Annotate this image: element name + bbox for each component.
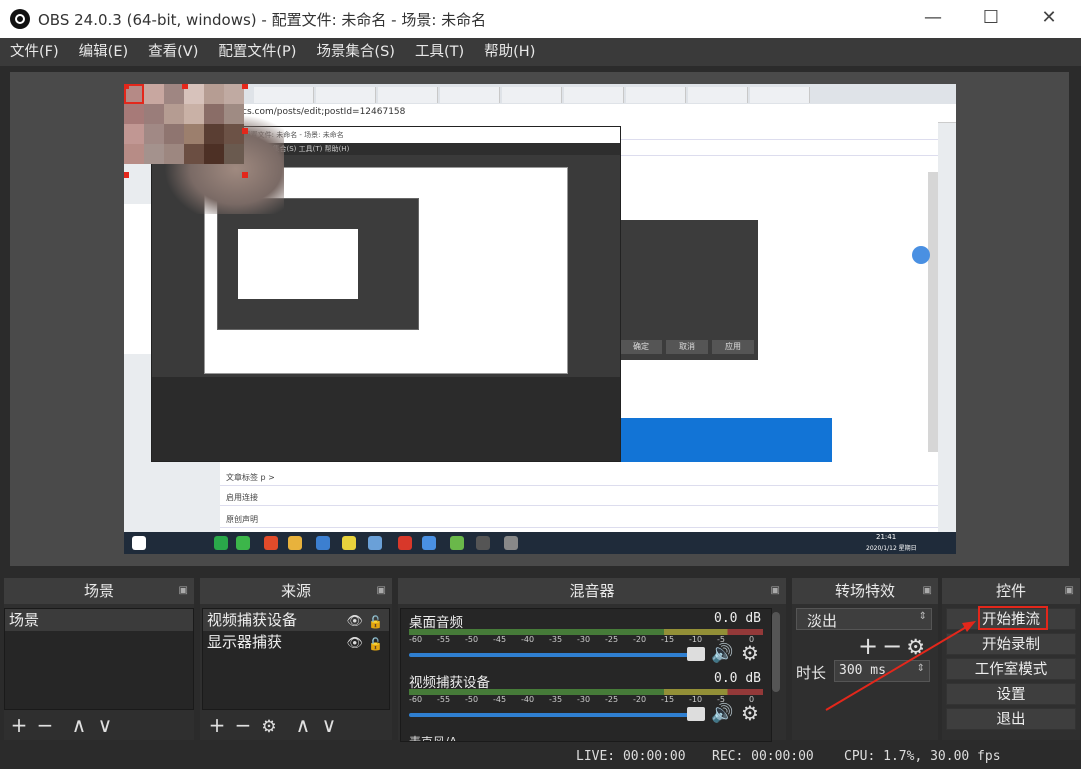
live-timer: LIVE: 00:00:00: [576, 749, 686, 764]
status-bar: LIVE: 00:00:00 REC: 00:00:00 CPU: 1.7%, …: [0, 744, 1081, 769]
annotation-arrow: [825, 621, 976, 711]
cpu-fps: CPU: 1.7%, 30.00 fps: [844, 749, 1001, 764]
rec-timer: REC: 00:00:00: [712, 749, 814, 764]
